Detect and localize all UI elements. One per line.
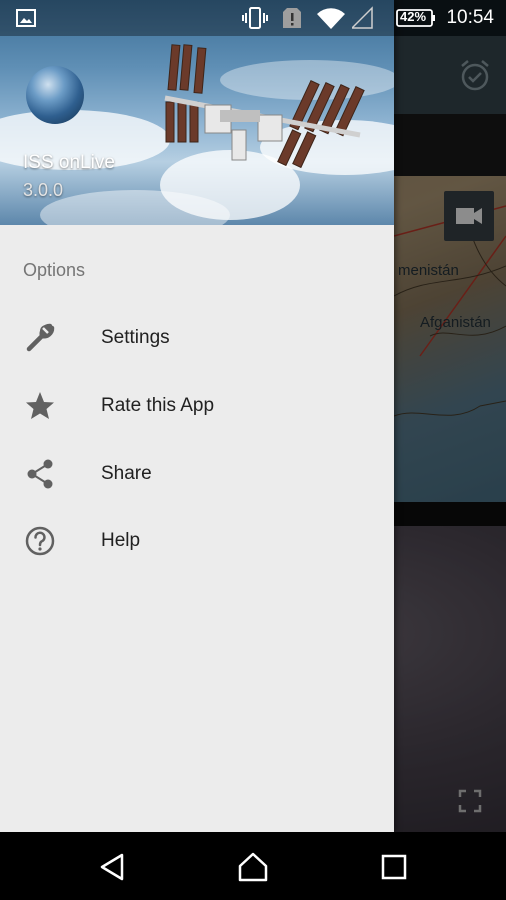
wifi-icon	[317, 8, 345, 29]
iss-station-image	[164, 44, 365, 169]
menu-item-share[interactable]: Share	[0, 440, 394, 508]
sim-alert-icon	[283, 8, 301, 28]
vibrate-icon	[242, 7, 268, 29]
clock: 10:54	[446, 7, 494, 28]
home-icon[interactable]	[236, 850, 270, 884]
share-icon	[27, 459, 53, 489]
menu-item-label: Settings	[101, 327, 170, 348]
menu-item-label: Rate this App	[101, 395, 215, 416]
image-icon	[16, 9, 36, 27]
app-name: ISS onLive	[23, 152, 115, 173]
help-icon	[25, 526, 55, 556]
menu-item-help[interactable]: Help	[0, 507, 394, 575]
options-section-title: Options	[23, 260, 86, 280]
menu-item-rate[interactable]: Rate this App	[0, 372, 394, 440]
earth-avatar-icon	[26, 66, 84, 124]
battery-percent: 42%	[400, 9, 427, 24]
recents-icon[interactable]	[377, 850, 411, 884]
wrench-icon	[26, 323, 55, 352]
star-icon	[26, 392, 54, 419]
menu-item-label: Share	[101, 463, 152, 484]
app-version: 3.0.0	[23, 180, 64, 200]
signal-icon	[352, 6, 373, 29]
menu-item-settings[interactable]: Settings	[0, 304, 394, 372]
navigation-bar	[0, 832, 506, 900]
back-icon[interactable]	[96, 850, 130, 884]
menu-item-label: Help	[101, 530, 141, 551]
navigation-drawer: ISS onLive 3.0.0 Options Settings Rate t…	[0, 0, 394, 832]
status-bar: 42% 10:54	[0, 0, 506, 36]
